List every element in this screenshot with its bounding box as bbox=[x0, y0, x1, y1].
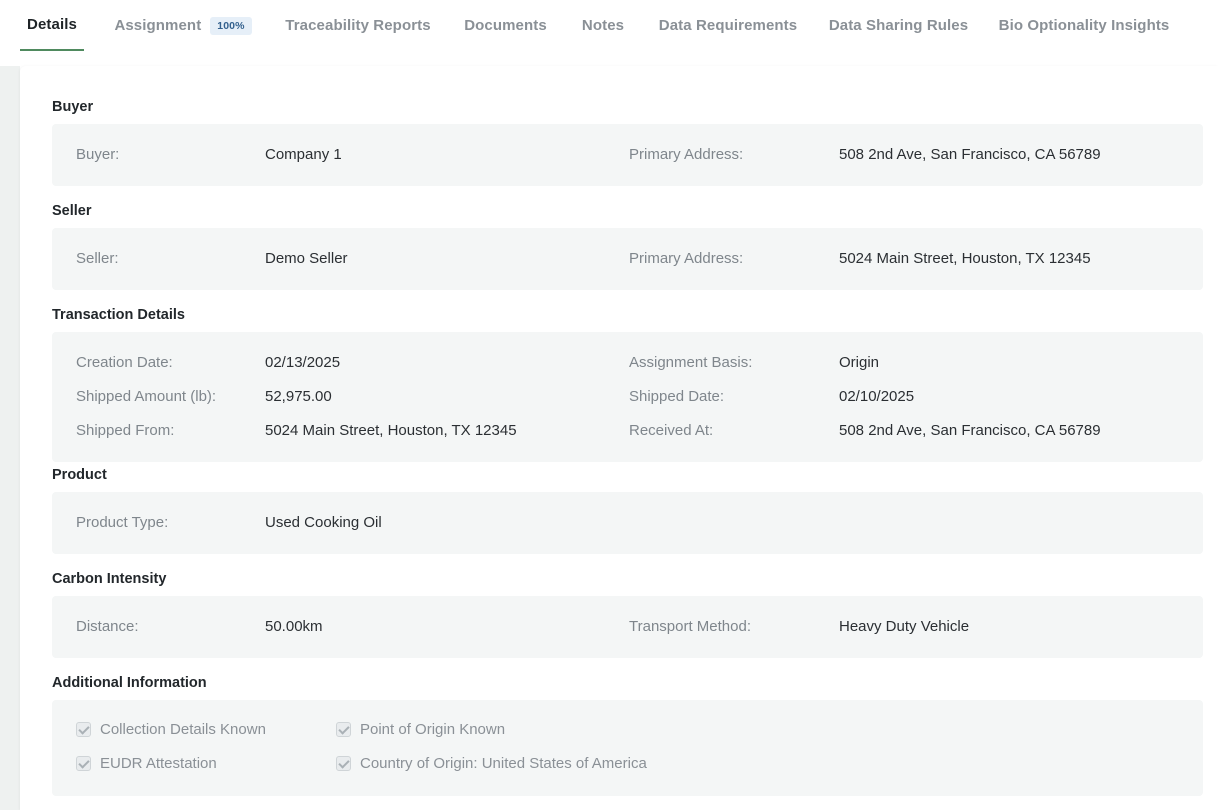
assignment-basis-label: Assignment Basis: bbox=[629, 354, 753, 371]
side-rail bbox=[0, 66, 20, 810]
distance-value: 50.00km bbox=[265, 618, 323, 635]
tab-assignment[interactable]: Assignment 100% bbox=[112, 0, 254, 51]
tab-data-requirements-label: Data Requirements bbox=[658, 17, 798, 34]
buyer-address-value: 508 2nd Ave, San Francisco, CA 56789 bbox=[839, 146, 1101, 163]
seller-address-value: 5024 Main Street, Houston, TX 12345 bbox=[839, 250, 1091, 267]
product-panel bbox=[52, 492, 1203, 554]
tab-assignment-label: Assignment bbox=[114, 17, 202, 34]
eudr-attestation-label: EUDR Attestation bbox=[100, 755, 217, 772]
shipped-from-label: Shipped From: bbox=[76, 422, 175, 439]
point-of-origin-label: Point of Origin Known bbox=[360, 721, 506, 738]
country-of-origin-checkbox[interactable]: Country of Origin: United States of Amer… bbox=[336, 755, 647, 772]
tab-notes[interactable]: Notes bbox=[580, 0, 626, 51]
eudr-attestation-checkbox[interactable]: EUDR Attestation bbox=[76, 755, 217, 772]
creation-date-label: Creation Date: bbox=[76, 354, 173, 371]
received-at-value: 508 2nd Ave, San Francisco, CA 56789 bbox=[839, 422, 1101, 439]
seller-address-label: Primary Address: bbox=[629, 250, 744, 267]
tab-notes-label: Notes bbox=[581, 17, 625, 34]
tab-bio-optionality-insights[interactable]: Bio Optionality Insights bbox=[998, 0, 1170, 51]
seller-value: Demo Seller bbox=[265, 250, 348, 267]
additional-panel bbox=[52, 700, 1203, 796]
tab-details[interactable]: Details bbox=[20, 0, 84, 51]
checkbox-checked-icon bbox=[76, 722, 91, 737]
product-type-value: Used Cooking Oil bbox=[265, 514, 382, 531]
buyer-section-title: Buyer bbox=[52, 99, 94, 115]
shipped-date-label: Shipped Date: bbox=[629, 388, 725, 405]
transport-method-label: Transport Method: bbox=[629, 618, 751, 635]
shipped-amount-label: Shipped Amount (lb): bbox=[76, 388, 217, 405]
tab-data-sharing-rules-label: Data Sharing Rules bbox=[828, 17, 969, 34]
additional-section-title: Additional Information bbox=[52, 675, 207, 691]
tab-details-label: Details bbox=[27, 16, 77, 33]
seller-section-title: Seller bbox=[52, 203, 92, 219]
transaction-section-title: Transaction Details bbox=[52, 307, 185, 323]
seller-label: Seller: bbox=[76, 250, 119, 267]
tab-bar: Details Assignment 100% Traceability Rep… bbox=[0, 0, 1218, 52]
assignment-percent-badge: 100% bbox=[210, 16, 252, 35]
tab-data-sharing-rules[interactable]: Data Sharing Rules bbox=[828, 0, 969, 51]
product-type-label: Product Type: bbox=[76, 514, 169, 531]
transport-method-value: Heavy Duty Vehicle bbox=[839, 618, 970, 635]
tab-traceability-reports[interactable]: Traceability Reports bbox=[285, 0, 431, 51]
tab-bio-optionality-insights-label: Bio Optionality Insights bbox=[998, 17, 1170, 34]
checkbox-checked-icon bbox=[336, 722, 351, 737]
shipped-amount-value: 52,975.00 bbox=[265, 388, 332, 405]
checkbox-checked-icon bbox=[336, 756, 351, 771]
point-of-origin-checkbox[interactable]: Point of Origin Known bbox=[336, 721, 505, 738]
shipped-date-value: 02/10/2025 bbox=[839, 388, 915, 405]
carbon-panel bbox=[52, 596, 1203, 658]
shipped-from-value: 5024 Main Street, Houston, TX 12345 bbox=[265, 422, 517, 439]
buyer-label: Buyer: bbox=[76, 146, 120, 163]
assignment-basis-value: Origin bbox=[839, 354, 880, 371]
received-at-label: Received At: bbox=[629, 422, 714, 439]
collection-details-label: Collection Details Known bbox=[100, 721, 266, 738]
distance-label: Distance: bbox=[76, 618, 139, 635]
tab-data-requirements[interactable]: Data Requirements bbox=[658, 0, 798, 51]
tab-documents[interactable]: Documents bbox=[463, 0, 548, 51]
buyer-address-label: Primary Address: bbox=[629, 146, 744, 163]
product-section-title: Product bbox=[52, 467, 107, 483]
collection-details-checkbox[interactable]: Collection Details Known bbox=[76, 721, 266, 738]
tab-documents-label: Documents bbox=[464, 17, 547, 34]
buyer-value: Company 1 bbox=[265, 146, 342, 163]
creation-date-value: 02/13/2025 bbox=[265, 354, 341, 371]
tab-traceability-reports-label: Traceability Reports bbox=[285, 17, 431, 34]
checkbox-checked-icon bbox=[76, 756, 91, 771]
transaction-panel bbox=[52, 332, 1203, 462]
carbon-section-title: Carbon Intensity bbox=[52, 571, 167, 587]
country-of-origin-label: Country of Origin: United States of Amer… bbox=[360, 755, 647, 772]
